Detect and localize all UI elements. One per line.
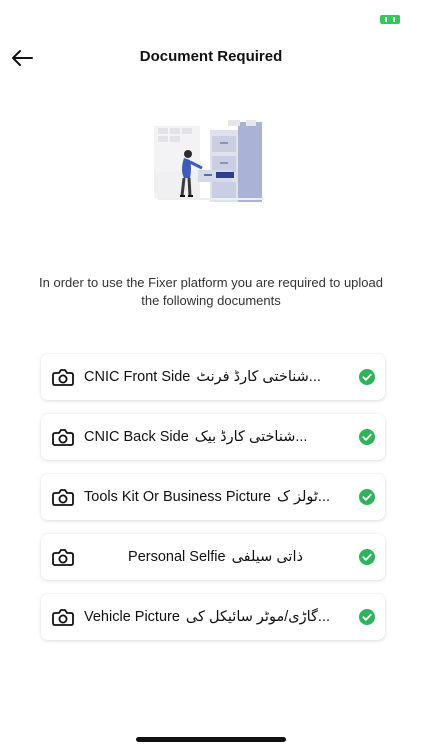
document-label: Personal Selfie ذاتی سیلفی [84,534,347,580]
page-title: Document Required [139,48,283,65]
check-circle-icon [359,369,375,385]
document-label: Tools Kit Or Business Picture ...ٹولز ک [84,474,347,520]
header: Document Required [0,40,422,76]
document-label: CNIC Front Side ...شناختی کارڈ فرنٹ [84,354,347,400]
document-item-vehicle[interactable]: Vehicle Picture ...گاڑی/موٹر سائیکل کی [41,594,385,640]
document-label-urdu: ...شناختی کارڈ فرنٹ [196,369,321,385]
document-label-english: CNIC Front Side [84,369,191,385]
document-label-urdu: ذاتی سیلفی [231,549,303,565]
document-illustration [150,112,274,204]
document-item-cnic-front[interactable]: CNIC Front Side ...شناختی کارڈ فرنٹ [41,354,385,400]
document-label-english: Tools Kit Or Business Picture [84,489,271,505]
document-label: Vehicle Picture ...گاڑی/موٹر سائیکل کی [84,594,347,640]
camera-icon [52,489,74,506]
camera-icon [52,549,74,566]
document-label-urdu: ...شناختی کارڈ بیک [194,429,308,445]
document-item-tools-kit[interactable]: Tools Kit Or Business Picture ...ٹولز ک [41,474,385,520]
document-item-selfie[interactable]: Personal Selfie ذاتی سیلفی [41,534,385,580]
home-indicator[interactable] [136,737,286,742]
document-label-english: Personal Selfie [128,549,226,565]
camera-icon [52,369,74,386]
check-circle-icon [359,429,375,445]
check-circle-icon [359,549,375,565]
intro-text: In order to use the Fixer platform you a… [39,275,383,308]
document-item-cnic-back[interactable]: CNIC Back Side ...شناختی کارڈ بیک [41,414,385,460]
check-circle-icon [359,609,375,625]
document-label: CNIC Back Side ...شناختی کارڈ بیک [84,414,347,460]
document-label-urdu: ...ٹولز ک [276,489,331,505]
document-label-urdu: ...گاڑی/موٹر سائیکل کی [185,609,331,625]
check-circle-icon [359,489,375,505]
camera-icon [52,429,74,446]
battery-icon [380,15,400,24]
document-list: CNIC Front Side ...شناختی کارڈ فرنٹ CNIC… [41,354,385,654]
document-label-english: CNIC Back Side [84,429,189,445]
camera-icon [52,609,74,626]
document-label-english: Vehicle Picture [84,609,180,625]
